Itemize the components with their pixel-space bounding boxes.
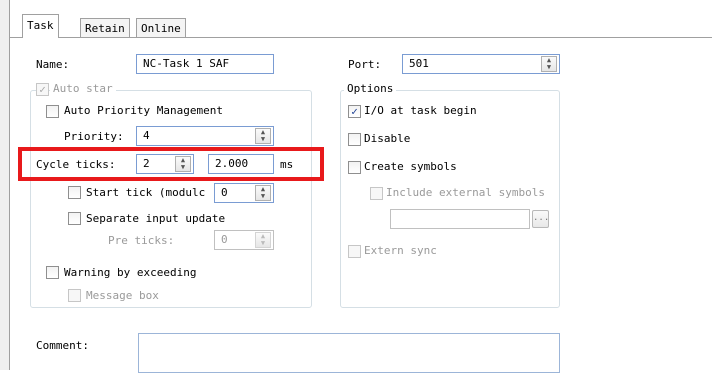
disable-label: Disable: [364, 132, 411, 145]
tab-online[interactable]: Online: [136, 18, 186, 38]
io-task-begin-checkbox[interactable]: ✓: [348, 105, 361, 118]
symbols-path-field[interactable]: [390, 209, 530, 229]
check-icon: ✓: [39, 83, 46, 96]
message-box-checkbox[interactable]: [68, 289, 81, 302]
auto-priority-label: Auto Priority Management: [64, 104, 223, 117]
priority-spinner[interactable]: ▲ ▼: [255, 128, 271, 144]
browse-button[interactable]: ...: [532, 210, 549, 228]
create-symbols-label: Create symbols: [364, 160, 457, 173]
cycle-ticks-highlight: [18, 147, 324, 181]
port-value: 501: [409, 57, 429, 70]
spin-down-icon: ▼: [260, 192, 266, 200]
auto-start-checkbox[interactable]: ✓: [36, 83, 49, 96]
name-field[interactable]: NC-Task 1 SAF: [136, 54, 274, 74]
auto-priority-checkbox[interactable]: [46, 105, 59, 118]
extern-sync-checkbox[interactable]: [348, 245, 361, 258]
spin-down-icon: ▼: [260, 135, 266, 143]
tab-online-label: Online: [141, 22, 181, 35]
spin-down-icon: ▼: [260, 239, 266, 247]
create-symbols-checkbox[interactable]: [348, 161, 361, 174]
auto-start-label: Auto star: [50, 82, 116, 96]
priority-label: Priority:: [64, 130, 124, 143]
comment-label: Comment:: [36, 339, 89, 352]
include-external-label: Include external symbols: [386, 186, 545, 199]
priority-field[interactable]: 4: [136, 126, 274, 146]
include-external-checkbox[interactable]: [370, 187, 383, 200]
pre-ticks-spinner[interactable]: ▲ ▼: [255, 232, 271, 248]
tab-retain-label: Retain: [85, 22, 125, 35]
window-border: [0, 0, 10, 370]
pre-ticks-label: Pre ticks:: [108, 234, 175, 247]
warning-exceeding-checkbox[interactable]: [46, 266, 59, 279]
comment-textarea[interactable]: [138, 333, 560, 373]
options-title: Options: [344, 82, 397, 96]
warning-exceeding-label: Warning by exceeding: [64, 266, 197, 279]
tab-retain[interactable]: Retain: [80, 18, 130, 38]
extern-sync-label: Extern sync: [364, 244, 437, 257]
port-field[interactable]: 501: [402, 54, 560, 74]
check-icon: ✓: [351, 105, 358, 118]
start-tick-spinner[interactable]: ▲ ▼: [255, 185, 271, 201]
spin-down-icon: ▼: [546, 63, 552, 71]
tab-task-label: Task: [27, 19, 54, 32]
separate-input-label: Separate input update: [86, 212, 226, 225]
start-tick-label: Start tick (modulc: [86, 186, 206, 199]
port-spinner[interactable]: ▲ ▼: [541, 56, 557, 72]
start-tick-checkbox[interactable]: [68, 186, 81, 199]
disable-checkbox[interactable]: [348, 133, 361, 146]
message-box-label: Message box: [86, 289, 159, 302]
name-label: Name:: [36, 58, 70, 71]
io-task-begin-label: I/O at task begin: [364, 104, 477, 117]
port-label: Port:: [348, 58, 382, 71]
separate-input-checkbox[interactable]: [68, 212, 81, 225]
tab-strip-divider: [10, 37, 712, 38]
tab-task[interactable]: Task: [22, 14, 59, 38]
